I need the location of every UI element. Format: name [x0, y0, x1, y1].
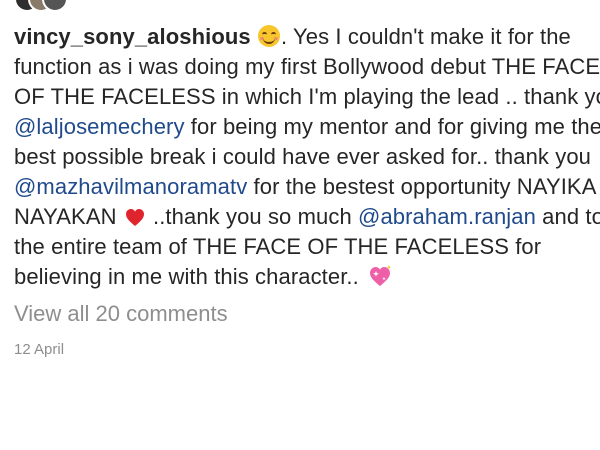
caption-line-9: believing in me with this character..: [14, 262, 600, 292]
red-heart-emoji-icon: [125, 209, 144, 226]
caption-text: best possible break i could have ever as…: [14, 144, 592, 169]
caption-text: the entire team of THE FACE OF THE FACEL…: [14, 234, 542, 259]
view-all-comments-link[interactable]: View all 20 comments: [14, 301, 228, 327]
instagram-post-caption: vincy_sony_aloshious . Yes I couldn't ma…: [0, 0, 600, 450]
caption-line-8: the entire team of THE FACE OF THE FACEL…: [14, 232, 600, 262]
caption-text: NAYAKAN: [14, 204, 123, 229]
mention-link[interactable]: @abraham.ranjan: [358, 204, 536, 229]
mention-link[interactable]: @mazhavilmanoramatv: [14, 174, 247, 199]
caption-text: . Yes I couldn't make it for the: [280, 24, 571, 49]
caption-text: and to: [535, 204, 600, 229]
caption-line-1: vincy_sony_aloshious . Yes I couldn't ma…: [14, 22, 600, 52]
mention-link[interactable]: @laljosemechery: [14, 114, 185, 139]
caption-text: for being my mentor and for giving me th…: [184, 114, 600, 139]
liked-by-avatars[interactable]: [14, 0, 314, 12]
caption-line-3: OF THE FACELESS in which I'm playing the…: [14, 82, 600, 112]
caption-line-4: @laljosemechery for being my mentor and …: [14, 112, 600, 142]
caption-text: ..thank you so much: [146, 204, 359, 229]
smiling-face-emoji-icon: [257, 25, 280, 47]
caption-text: for the bestest opportunity NAYIKA: [247, 174, 597, 199]
caption-text: believing in me with this character..: [14, 264, 366, 289]
post-date: 12 April: [14, 341, 65, 358]
caption-line-5: best possible break i could have ever as…: [14, 142, 600, 172]
post-caption: vincy_sony_aloshious . Yes I couldn't ma…: [14, 22, 600, 292]
caption-line-6: @mazhavilmanoramatv for the bestest oppo…: [14, 172, 600, 202]
caption-line-2: function as i was doing my first Bollywo…: [14, 52, 600, 82]
caption-text: function as i was doing my first Bollywo…: [14, 54, 600, 79]
caption-text: OF THE FACELESS in which I'm playing the…: [14, 84, 600, 109]
caption-line-7: NAYAKAN ..thank you so much @abraham.ran…: [14, 202, 600, 232]
username-link[interactable]: vincy_sony_aloshious: [14, 24, 251, 49]
sparkling-heart-emoji-icon: [370, 265, 392, 286]
